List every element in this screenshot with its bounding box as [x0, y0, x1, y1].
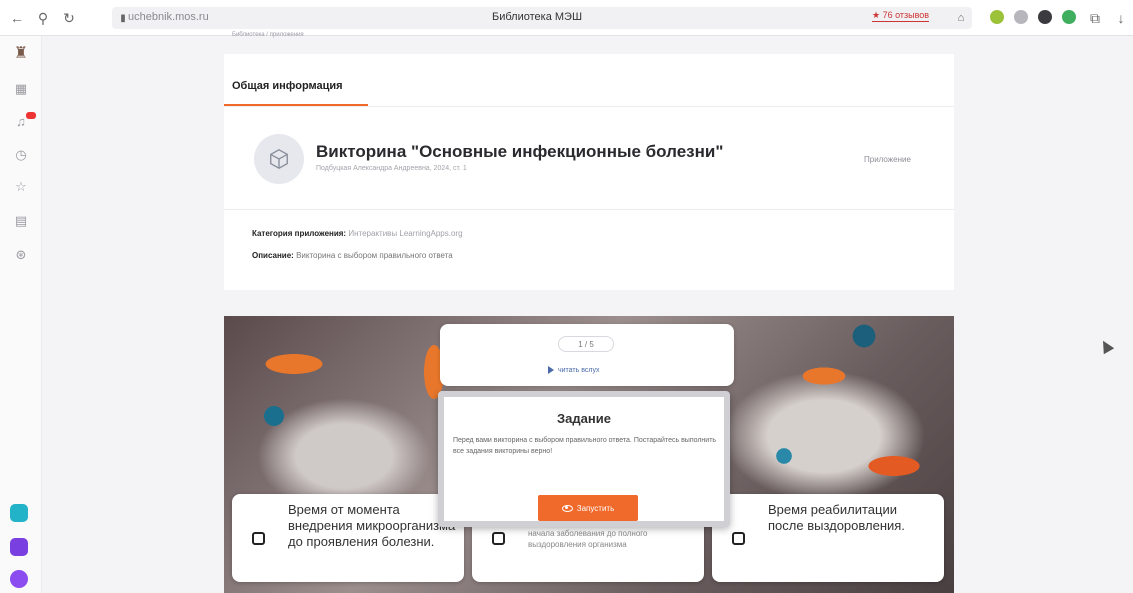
extension-icon[interactable]	[1038, 10, 1052, 24]
task-text: Перед вами викторина с выбором правильно…	[453, 437, 717, 455]
star-icon[interactable]: ☆	[12, 178, 30, 196]
answer-checkbox[interactable]	[492, 532, 505, 545]
shield-icon[interactable]	[1062, 10, 1076, 24]
notification-badge	[26, 112, 36, 119]
tab-general-info[interactable]: Общая информация	[232, 80, 343, 92]
notes-icon[interactable]: ▤	[12, 212, 30, 230]
app-info-card: Общая информация Викторина "Основные инф…	[224, 54, 954, 290]
history-icon[interactable]: ◷	[12, 146, 30, 164]
app-author: Подбуцкая Александра Андреевна, 2024, ст…	[316, 165, 467, 172]
answer-checkbox[interactable]	[732, 532, 745, 545]
answer-text: начала заболевания до полного выздоровле…	[528, 529, 648, 549]
answer-option[interactable]: Время от момента внедрения микроорганизм…	[232, 494, 464, 582]
profile-icon[interactable]: ♜	[12, 44, 30, 62]
answer-text: Время реабилитации после выздоровления.	[768, 502, 905, 533]
question-header: 1 / 5 читать вслух	[440, 324, 734, 386]
browser-toolbar: ← ⚲ ↻ ▮ uchebnik.mos.ru Библиотека МЭШ ★…	[0, 0, 1133, 36]
extension-icon[interactable]	[990, 10, 1004, 24]
launch-button[interactable]: Запустить	[538, 495, 638, 521]
browser-sidebar: ♜ ▦ ♫ ◷ ☆ ▤ ⊛	[0, 36, 42, 593]
url-text[interactable]: uchebnik.mos.ru	[128, 11, 209, 23]
category-row: Категория приложения: Интерактивы Learni…	[252, 229, 463, 238]
alice-icon[interactable]	[10, 504, 28, 522]
divider	[224, 106, 954, 107]
voice-icon[interactable]	[10, 570, 28, 588]
tab-title: Библиотека МЭШ	[492, 11, 583, 23]
task-title: Задание	[557, 411, 611, 426]
reviews-badge[interactable]: ★ 76 отзывов	[872, 10, 930, 22]
eye-icon	[561, 504, 573, 512]
answer-text: Время от момента внедрения микроорганизм…	[288, 502, 456, 549]
mouse-cursor-icon	[1097, 337, 1115, 355]
read-aloud-button[interactable]: читать вслух	[548, 366, 599, 374]
cube-icon	[254, 134, 304, 184]
answer-checkbox[interactable]	[252, 532, 265, 545]
reload-icon[interactable]: ↻	[60, 9, 78, 27]
answer-option[interactable]: Время реабилитации после выздоровления.	[712, 494, 944, 582]
back-icon[interactable]: ←	[8, 9, 26, 27]
extension-icon[interactable]	[1014, 10, 1028, 24]
apps-icon[interactable]: ▦	[12, 80, 30, 98]
launch-label: Запустить	[576, 503, 615, 513]
description-value: Викторина с выбором правильного ответа	[296, 251, 453, 260]
question-counter: 1 / 5	[558, 336, 614, 352]
bookmark-icon[interactable]: ⚲	[34, 9, 52, 27]
category-label: Категория приложения:	[252, 229, 347, 238]
breadcrumb[interactable]: Библиотека / приложения	[232, 32, 304, 38]
app-title: Викторина "Основные инфекционные болезни…	[316, 142, 724, 161]
assistant-icon[interactable]	[10, 538, 28, 556]
pin-icon[interactable]: ⌂	[952, 9, 970, 27]
divider	[224, 209, 954, 210]
app-type-label: Приложение	[864, 155, 911, 164]
quiz-frame: 1 / 5 читать вслух Время от момента внед…	[224, 316, 954, 593]
download-icon[interactable]: ↓	[1112, 9, 1130, 27]
read-aloud-label: читать вслух	[558, 366, 600, 374]
settings-icon[interactable]: ⊛	[12, 246, 30, 264]
description-row: Описание: Викторина с выбором правильног…	[252, 251, 453, 260]
extensions-icon[interactable]: ⧉	[1086, 9, 1104, 27]
category-value[interactable]: Интерактивы LearningApps.org	[348, 229, 462, 238]
description-label: Описание:	[252, 251, 294, 260]
play-icon	[548, 366, 554, 374]
task-dialog: Задание Перед вами викторина с выбором п…	[438, 391, 730, 527]
